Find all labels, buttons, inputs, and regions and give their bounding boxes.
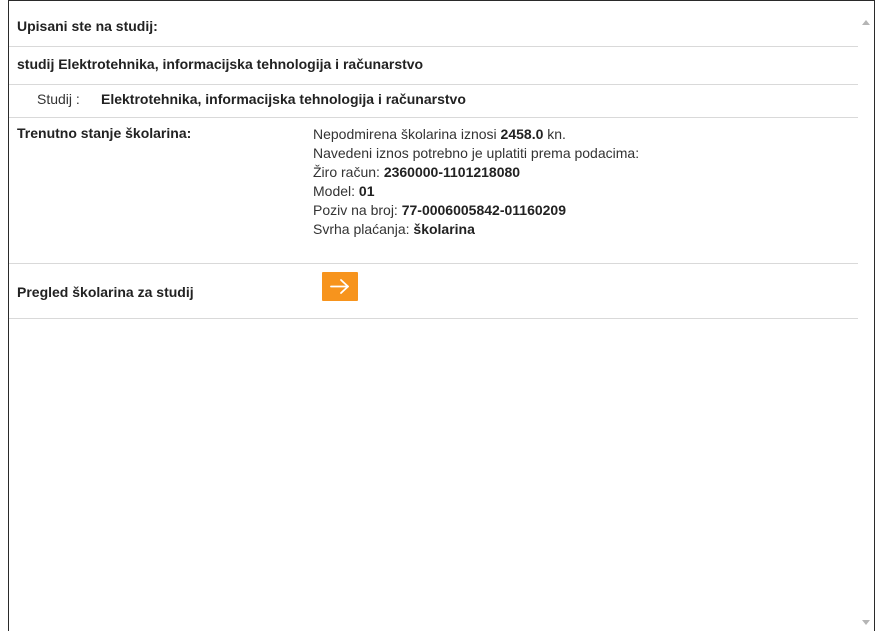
tuition-payment-info: Nepodmirena školarina iznosi 2458.0 kn. … — [313, 125, 639, 239]
main-panel: Upisani ste na studij: studij Elektroteh… — [8, 0, 875, 631]
header-title: Upisani ste na studij: — [17, 18, 158, 34]
study-detail-row: Studij : Elektrotehnika, informacijska t… — [9, 85, 860, 118]
model-value: 01 — [358, 183, 375, 199]
instructions-line: Navedeni iznos potrebno je uplatiti prem… — [313, 145, 640, 161]
tuition-overview-row: Pregled školarina za studij — [9, 264, 860, 319]
reference-number: 77-0006005842-01160209 — [401, 202, 566, 218]
account-line: Žiro račun: 2360000-1101218080 — [313, 164, 521, 180]
tuition-overview-label: Pregled školarina za studij — [17, 284, 194, 300]
vertical-scrollbar[interactable] — [858, 1, 874, 631]
reference-line: Poziv na broj: 77-0006005842-01160209 — [313, 202, 566, 218]
tuition-overview-button[interactable] — [322, 272, 358, 301]
study-program-row: studij Elektrotehnika, informacijska teh… — [9, 47, 860, 85]
content-area: Upisani ste na studij: studij Elektroteh… — [9, 1, 860, 631]
scroll-up-arrow-icon[interactable] — [858, 14, 874, 32]
purpose-value: školarina — [413, 221, 475, 237]
model-line: Model: 01 — [313, 183, 375, 199]
scroll-down-arrow-icon[interactable] — [858, 613, 874, 631]
study-program-name: studij Elektrotehnika, informacijska teh… — [17, 56, 424, 72]
outstanding-line: Nepodmirena školarina iznosi 2458.0 kn. — [313, 126, 566, 142]
study-detail-value: Elektrotehnika, informacijska tehnologij… — [101, 91, 466, 107]
account-number: 2360000-1101218080 — [383, 164, 521, 180]
arrow-right-icon — [330, 279, 349, 294]
purpose-line: Svrha plaćanja: školarina — [313, 221, 475, 237]
study-detail-label: Studij : — [37, 91, 80, 107]
enrollment-header: Upisani ste na studij: — [9, 7, 860, 47]
tuition-status-row: Trenutno stanje školarina: Nepodmirena š… — [9, 118, 860, 264]
outstanding-amount: 2458.0 — [500, 126, 544, 142]
tuition-status-label: Trenutno stanje školarina: — [17, 125, 192, 141]
